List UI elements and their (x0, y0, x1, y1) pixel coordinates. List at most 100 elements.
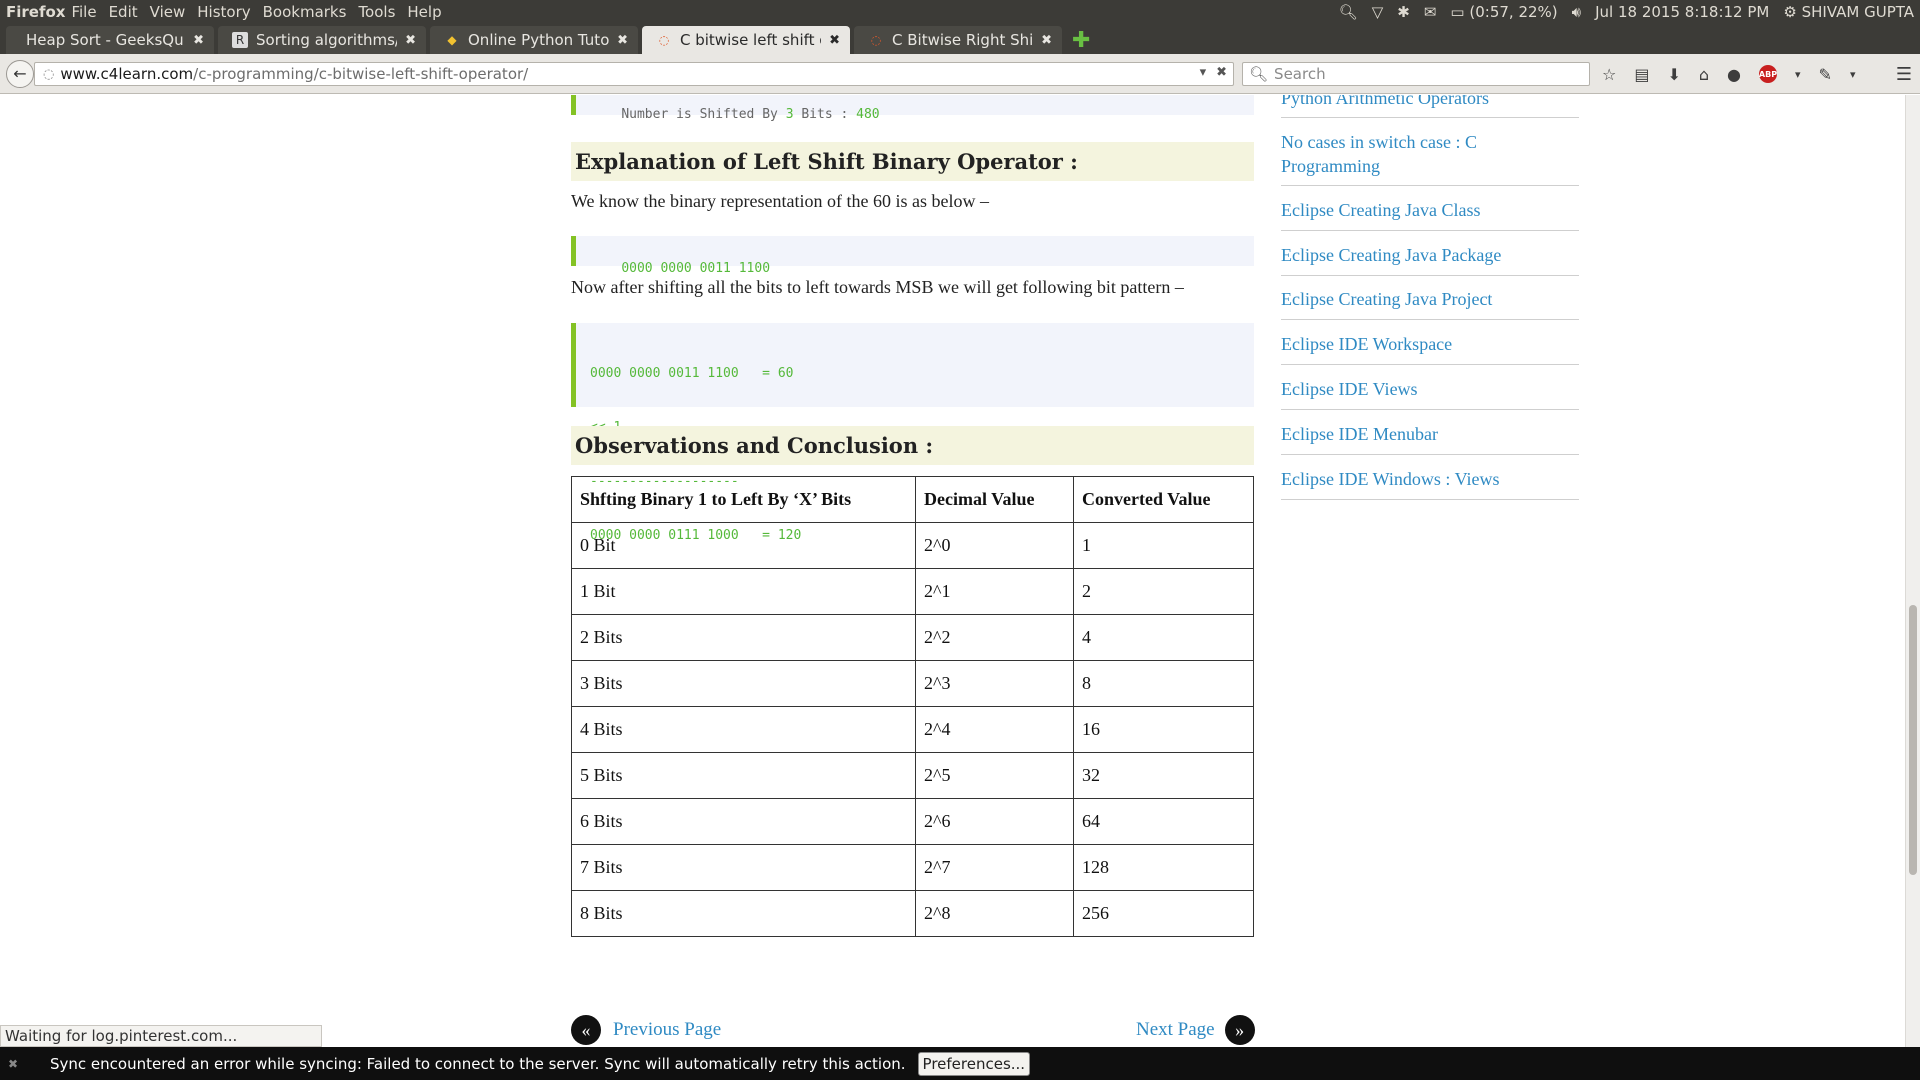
table-cell: 0 Bit (571, 522, 916, 569)
code-block-output: Number is Shifted By 3 Bits : 480 (571, 95, 1254, 122)
tab-python-tutor[interactable]: ◆ Online Python Tutor ... ✖ (430, 26, 638, 54)
tab-heap-sort[interactable]: Heap Sort - GeeksQuiz ✖ (6, 26, 214, 54)
preferences-button[interactable]: Preferences... (917, 1051, 1031, 1076)
bookmark-star-icon[interactable]: ☆ (1602, 65, 1616, 84)
sidebar-link[interactable]: Eclipse Creating Java Package (1281, 243, 1579, 276)
url-path: /c-programming/c-bitwise-left-shift-oper… (193, 65, 529, 83)
toolbar-icons: ☆ ▤ ⬇ ⌂ ● ABP ▾ ✎ ▾ (1602, 62, 1855, 86)
chat-icon[interactable]: ● (1727, 65, 1741, 84)
search-icon[interactable]: 🔍︎ (1339, 3, 1358, 21)
close-icon[interactable]: ✖ (1041, 33, 1052, 48)
table-row: 1 Bit 2^1 2 (571, 568, 1254, 615)
table-row: 0 Bit 2^0 1 (571, 522, 1254, 569)
previous-page-link[interactable]: « Previous Page (571, 1015, 721, 1045)
app-name: Firefox (6, 3, 66, 21)
sidebar-link[interactable]: Eclipse IDE Menubar (1281, 422, 1579, 455)
adblock-icon[interactable]: ABP (1759, 65, 1777, 83)
table-cell: 2^8 (915, 890, 1074, 937)
close-icon[interactable]: ✖ (193, 33, 204, 48)
code-block-shift: 0000 0000 0011 1100 = 60 << 1 ----------… (571, 323, 1254, 543)
reading-list-icon[interactable]: ▤ (1634, 65, 1649, 84)
table-cell: 2^1 (915, 568, 1074, 615)
gear-icon: ⚙ (1783, 3, 1797, 21)
table-body: 0 Bit 2^0 1 1 Bit 2^1 2 2 Bits 2^2 4 3 Bits 2^3 8 4 … (571, 522, 1254, 937)
table-row: 8 Bits 2^8 256 (571, 890, 1254, 937)
hamburger-menu-icon[interactable]: ☰ (1896, 64, 1912, 85)
dropdown-icon[interactable]: ▾ (1795, 68, 1801, 81)
dropdown-icon[interactable]: ▾ (1850, 68, 1856, 81)
menu-help[interactable]: Help (401, 3, 447, 21)
code-text: Number is Shifted By (621, 107, 786, 122)
url-host: www.c4learn.com (60, 65, 194, 83)
table-cell: 2^6 (915, 798, 1074, 845)
clock[interactable]: Jul 18 2015 8:18:12 PM (1595, 3, 1769, 21)
back-arrow-icon: ← (13, 64, 27, 83)
wifi-icon[interactable]: ▽ (1372, 3, 1384, 21)
table-row: 5 Bits 2^5 32 (571, 752, 1254, 799)
menu-bookmarks[interactable]: Bookmarks (257, 3, 353, 21)
table-row: 7 Bits 2^7 128 (571, 844, 1254, 891)
user-name: SHIVAM GUPTA (1801, 3, 1914, 21)
close-icon[interactable]: ✖ (617, 33, 628, 48)
search-input[interactable]: 🔍︎ Search (1242, 62, 1590, 86)
table-cell: 2 (1073, 568, 1254, 615)
notification-text: Sync encountered an error while syncing:… (50, 1054, 906, 1073)
table-cell: 2^0 (915, 522, 1074, 569)
menu-file[interactable]: File (65, 3, 102, 21)
mail-icon[interactable]: ✉ (1424, 3, 1437, 21)
table-cell: 4 Bits (571, 706, 916, 753)
sidebar-link[interactable]: Eclipse Creating Java Project (1281, 287, 1579, 320)
user-menu[interactable]: ⚙ SHIVAM GUPTA (1783, 3, 1914, 21)
table-row: 4 Bits 2^4 16 (571, 706, 1254, 753)
code-text: Bits : (793, 107, 857, 122)
menu-edit[interactable]: Edit (103, 3, 144, 21)
tab-title: C Bitwise Right Shift... (892, 31, 1034, 49)
stop-icon[interactable]: ✖ (1216, 65, 1227, 80)
sidebar-link[interactable]: Eclipse IDE Windows : Views (1281, 467, 1579, 500)
sidebar-link[interactable]: Python Arithmetic Operators (1281, 95, 1579, 118)
home-icon[interactable]: ⌂ (1699, 65, 1709, 84)
table-cell: 8 (1073, 660, 1254, 707)
sidebar-link[interactable]: No cases in switch case : C Programming (1281, 130, 1579, 186)
system-tray: 🔍︎ ▽ ✱ ✉ ▭ (0:57, 22%) 🔊︎ Jul 18 2015 8:… (1339, 0, 1914, 24)
extension-icon[interactable]: ✎ (1819, 65, 1832, 84)
tab-title: Online Python Tutor ... (468, 31, 610, 49)
menu-tools[interactable]: Tools (352, 3, 401, 21)
volume-icon[interactable]: 🔊︎ (1572, 3, 1581, 21)
table-cell: 7 Bits (571, 844, 916, 891)
scrollbar-thumb[interactable] (1909, 605, 1917, 875)
table-cell: 2^3 (915, 660, 1074, 707)
close-icon[interactable]: ✖ (405, 33, 416, 48)
battery-status[interactable]: ▭ (0:57, 22%) (1450, 3, 1557, 21)
observation-table: Shfting Binary 1 to Left By ‘X’ Bits Dec… (571, 476, 1254, 937)
vertical-scrollbar[interactable] (1905, 95, 1920, 1047)
tab-left-shift[interactable]: ◌ C bitwise left shift o... ✖ (642, 26, 850, 54)
menu-history[interactable]: History (191, 3, 256, 21)
url-bar[interactable]: ◌ www.c4learn.com/c-programming/c-bitwis… (34, 62, 1234, 86)
tab-right-shift[interactable]: ◌ C Bitwise Right Shift... ✖ (854, 26, 1062, 54)
table-cell: 4 (1073, 614, 1254, 661)
column-header: Converted Value (1073, 476, 1254, 523)
close-icon[interactable]: ✖ (8, 1057, 22, 1071)
loading-icon: ◌ (658, 33, 670, 47)
status-bar: Waiting for log.pinterest.com... (0, 1025, 322, 1047)
tab-strip: Heap Sort - GeeksQuiz ✖ R Sorting algori… (0, 24, 1920, 54)
python-icon: ◆ (447, 33, 457, 47)
paragraph: Now after shifting all the bits to left … (571, 277, 1184, 297)
column-header: Decimal Value (915, 476, 1074, 523)
dropdown-icon[interactable]: ▾ (1200, 65, 1207, 80)
sidebar-link[interactable]: Eclipse Creating Java Class (1281, 198, 1579, 231)
table-cell: 2^7 (915, 844, 1074, 891)
back-button[interactable]: ← (6, 59, 34, 88)
download-icon[interactable]: ⬇ (1667, 65, 1680, 84)
menu-view[interactable]: View (144, 3, 192, 21)
close-icon[interactable]: ✖ (829, 33, 840, 48)
next-page-link[interactable]: Next Page » (1136, 1015, 1255, 1045)
sidebar-link[interactable]: Eclipse IDE Views (1281, 377, 1579, 410)
tab-sorting-algorithms[interactable]: R Sorting algorithms/... ✖ (218, 26, 426, 54)
table-row: 3 Bits 2^3 8 (571, 660, 1254, 707)
new-tab-icon[interactable]: ✚ (1072, 26, 1090, 54)
table-cell: 8 Bits (571, 890, 916, 937)
bluetooth-icon[interactable]: ✱ (1397, 3, 1410, 21)
sidebar-link[interactable]: Eclipse IDE Workspace (1281, 332, 1579, 365)
